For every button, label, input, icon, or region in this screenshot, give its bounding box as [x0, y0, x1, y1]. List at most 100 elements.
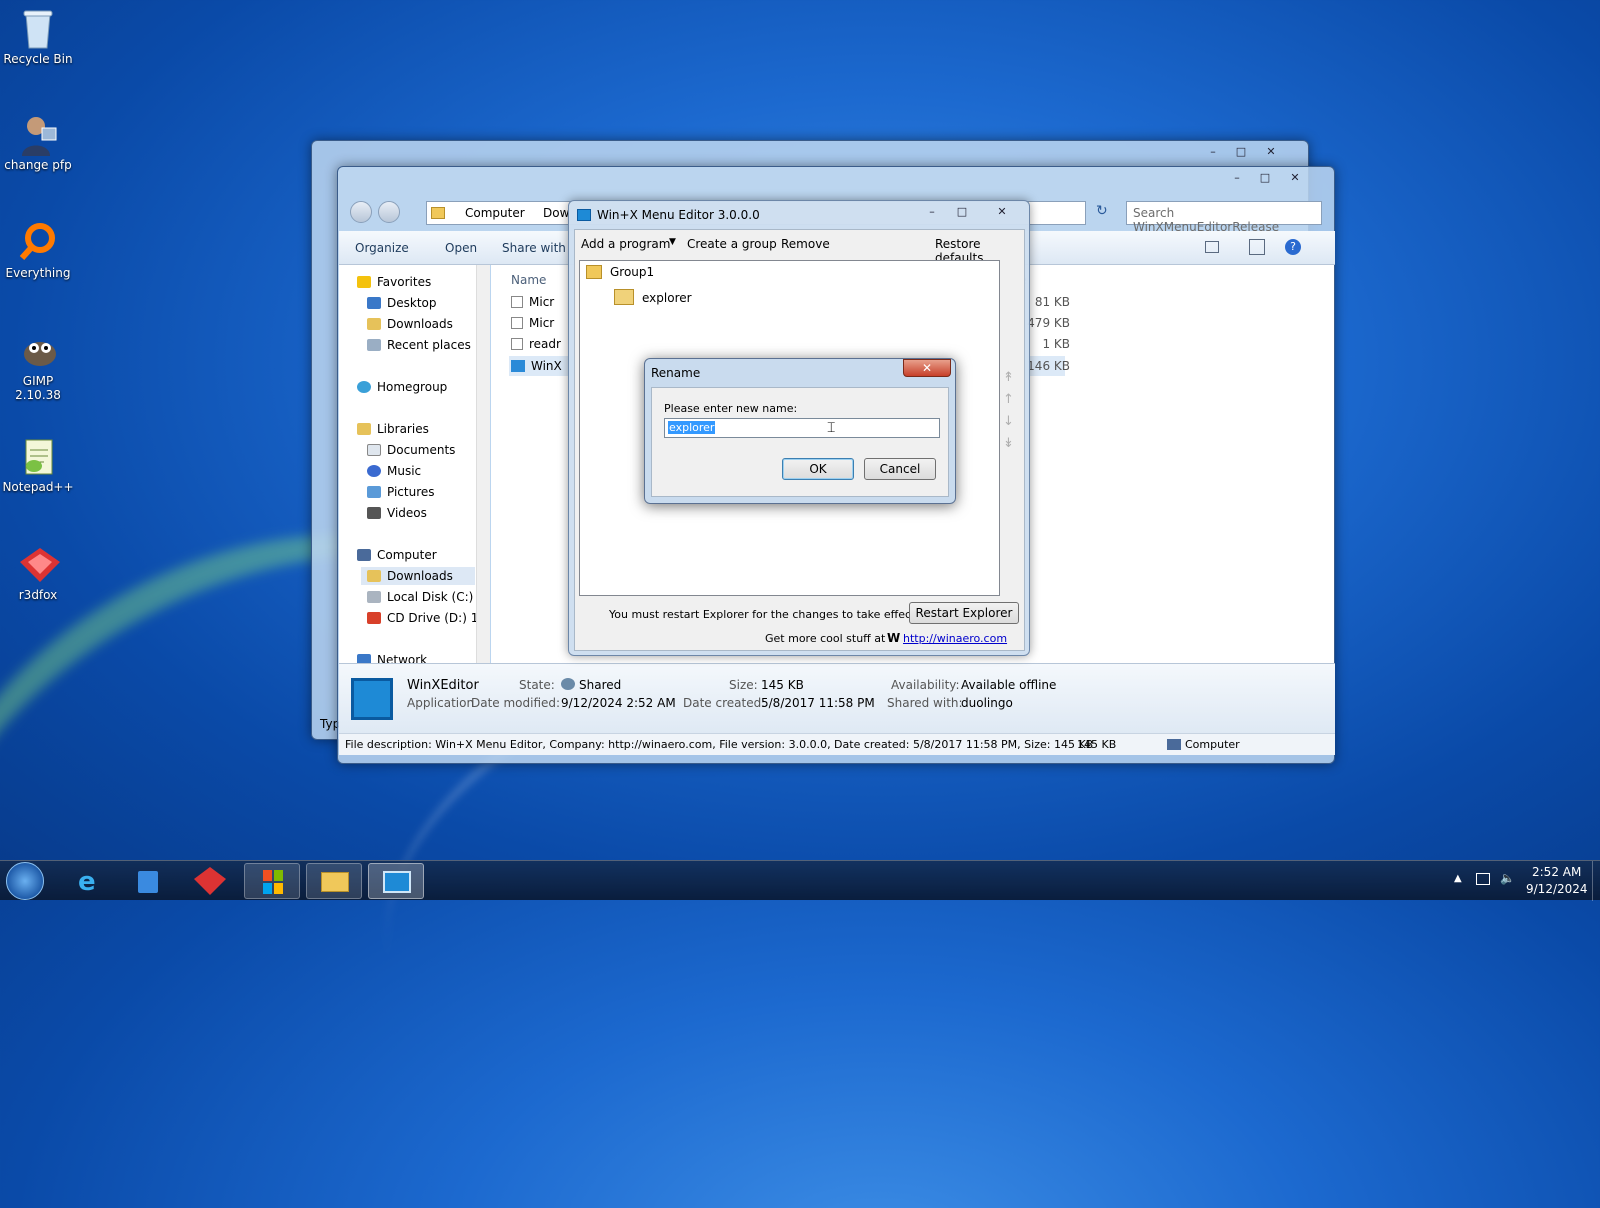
rename-dialog[interactable]: Rename ✕ Please enter new name: explorer… — [644, 358, 956, 504]
view-icon[interactable] — [1205, 241, 1219, 253]
column-name[interactable]: Name — [511, 273, 546, 287]
downloads-icon — [367, 318, 381, 330]
pictures-icon — [367, 486, 381, 498]
file-size: 479 KB — [1027, 316, 1070, 330]
file-row[interactable]: Micr — [511, 295, 554, 309]
maximize-button[interactable]: □ — [949, 203, 975, 221]
documents-icon — [367, 444, 381, 456]
desktop-icon-everything[interactable]: Everything — [0, 222, 76, 280]
move-up-icon[interactable]: ↑ — [1003, 392, 1014, 407]
nav-libraries[interactable]: Libraries — [357, 420, 429, 438]
folder-icon — [431, 207, 445, 219]
network-tray-icon[interactable] — [1476, 873, 1490, 885]
file-row[interactable]: readr — [511, 337, 561, 351]
shared-icon — [561, 678, 575, 690]
tree-explorer-item[interactable]: explorer — [614, 289, 692, 305]
show-desktop-button[interactable] — [1592, 861, 1600, 901]
nav-videos[interactable]: Videos — [367, 504, 427, 522]
close-button[interactable]: ✕ — [1282, 169, 1308, 187]
app-icon — [511, 360, 525, 372]
nav-cd-drive[interactable]: CD Drive (D:) 15.0 — [367, 609, 481, 627]
clock-date[interactable]: 9/12/2024 — [1526, 882, 1588, 896]
restart-explorer-button[interactable]: Restart Explorer — [909, 602, 1019, 624]
browser-icon — [18, 544, 60, 584]
desktop-icon-notepad[interactable]: Notepad++ — [0, 436, 76, 494]
details-type: Application — [407, 696, 475, 710]
open-button[interactable]: Open — [445, 241, 477, 255]
refresh-icon[interactable]: ↻ — [1096, 203, 1116, 223]
move-down-icon[interactable]: ↓ — [1003, 414, 1014, 429]
desktop-icon — [367, 297, 381, 309]
move-top-icon[interactable]: ↟ — [1003, 370, 1014, 385]
file-size: 146 KB — [1027, 359, 1070, 373]
nav-documents[interactable]: Documents — [367, 441, 455, 459]
navigation-pane: Favorites Desktop Downloads Recent place… — [339, 265, 489, 667]
explorer-folder-icon — [614, 289, 634, 305]
start-button[interactable] — [6, 862, 44, 900]
back-button[interactable] — [350, 201, 372, 223]
nav-homegroup[interactable]: Homegroup — [357, 378, 447, 396]
desktop-icon-recycle-bin[interactable]: Recycle Bin — [0, 8, 76, 66]
clock-time[interactable]: 2:52 AM — [1532, 865, 1581, 879]
remove-menu[interactable]: Remove — [781, 237, 830, 251]
forward-button[interactable] — [378, 201, 400, 223]
details-pane: WinXEditor Application State: Shared Dat… — [339, 663, 1335, 733]
close-button[interactable]: ✕ — [989, 203, 1015, 221]
nav-favorites[interactable]: Favorites — [357, 273, 431, 291]
breadcrumb-computer[interactable]: Computer — [465, 206, 525, 220]
recycle-bin-icon — [18, 8, 58, 49]
store-icon[interactable] — [120, 863, 176, 899]
close-button[interactable]: ✕ — [903, 359, 951, 377]
windows-logo-icon[interactable] — [244, 863, 300, 899]
minimize-button[interactable]: – — [1200, 143, 1226, 161]
file-icon — [511, 296, 523, 308]
create-group-menu[interactable]: Create a group — [687, 237, 777, 251]
nav-music[interactable]: Music — [367, 462, 421, 480]
minimize-button[interactable]: – — [919, 203, 945, 221]
music-icon — [367, 465, 381, 477]
maximize-button[interactable]: □ — [1228, 143, 1254, 161]
breadcrumb-downloads[interactable]: Dow — [543, 206, 569, 220]
ok-button[interactable]: OK — [782, 458, 854, 480]
nav-recent-places[interactable]: Recent places — [367, 336, 471, 354]
winaero-link[interactable]: http://winaero.com — [903, 632, 1007, 645]
internet-explorer-icon[interactable]: e — [60, 863, 116, 899]
app-large-icon — [351, 678, 393, 720]
organize-button[interactable]: Organize — [355, 241, 409, 255]
gimp-icon — [18, 330, 58, 370]
file-icon — [511, 338, 523, 350]
videos-icon — [367, 507, 381, 519]
desktop-icon-change-pfp[interactable]: change pfp — [0, 114, 76, 172]
search-box[interactable]: Search WinXMenuEditorRelease — [1126, 201, 1322, 234]
file-explorer-icon[interactable] — [306, 863, 362, 899]
downloads-icon — [367, 570, 381, 582]
search-icon — [18, 222, 58, 262]
move-bottom-icon[interactable]: ↡ — [1003, 436, 1014, 451]
nav-downloads-selected[interactable]: Downloads — [361, 567, 475, 585]
desktop-icon-gimp[interactable]: GIMP 2.10.38 — [0, 330, 76, 402]
maximize-button[interactable]: □ — [1252, 169, 1278, 187]
winx-editor-taskbar-icon[interactable] — [368, 863, 424, 899]
share-with-button[interactable]: Share with — [502, 241, 566, 255]
browser-icon[interactable] — [182, 863, 238, 899]
minimize-button[interactable]: – — [1224, 169, 1250, 187]
recent-places-icon — [367, 339, 381, 351]
desktop-icon-r3dfox[interactable]: r3dfox — [0, 544, 76, 602]
nav-scrollbar[interactable] — [476, 265, 490, 663]
show-hidden-icons[interactable]: ▲ — [1454, 873, 1462, 884]
nav-computer[interactable]: Computer — [357, 546, 437, 564]
nav-pictures[interactable]: Pictures — [367, 483, 435, 501]
rename-body: Please enter new name: explorer ⌶ OK Can… — [651, 387, 949, 497]
cancel-button[interactable]: Cancel — [864, 458, 936, 480]
file-row[interactable]: Micr — [511, 316, 554, 330]
new-name-input[interactable]: explorer ⌶ — [664, 418, 940, 438]
nav-downloads[interactable]: Downloads — [367, 315, 453, 333]
nav-local-disk[interactable]: Local Disk (C:) — [367, 588, 473, 606]
nav-desktop[interactable]: Desktop — [367, 294, 437, 312]
close-button[interactable]: ✕ — [1258, 143, 1284, 161]
volume-muted-icon[interactable]: 🔈 — [1500, 871, 1515, 885]
help-icon[interactable]: ? — [1285, 239, 1301, 255]
preview-pane-icon[interactable] — [1249, 239, 1265, 255]
add-program-menu[interactable]: Add a program — [581, 237, 670, 251]
tree-group-item[interactable]: Group1 — [586, 265, 654, 279]
